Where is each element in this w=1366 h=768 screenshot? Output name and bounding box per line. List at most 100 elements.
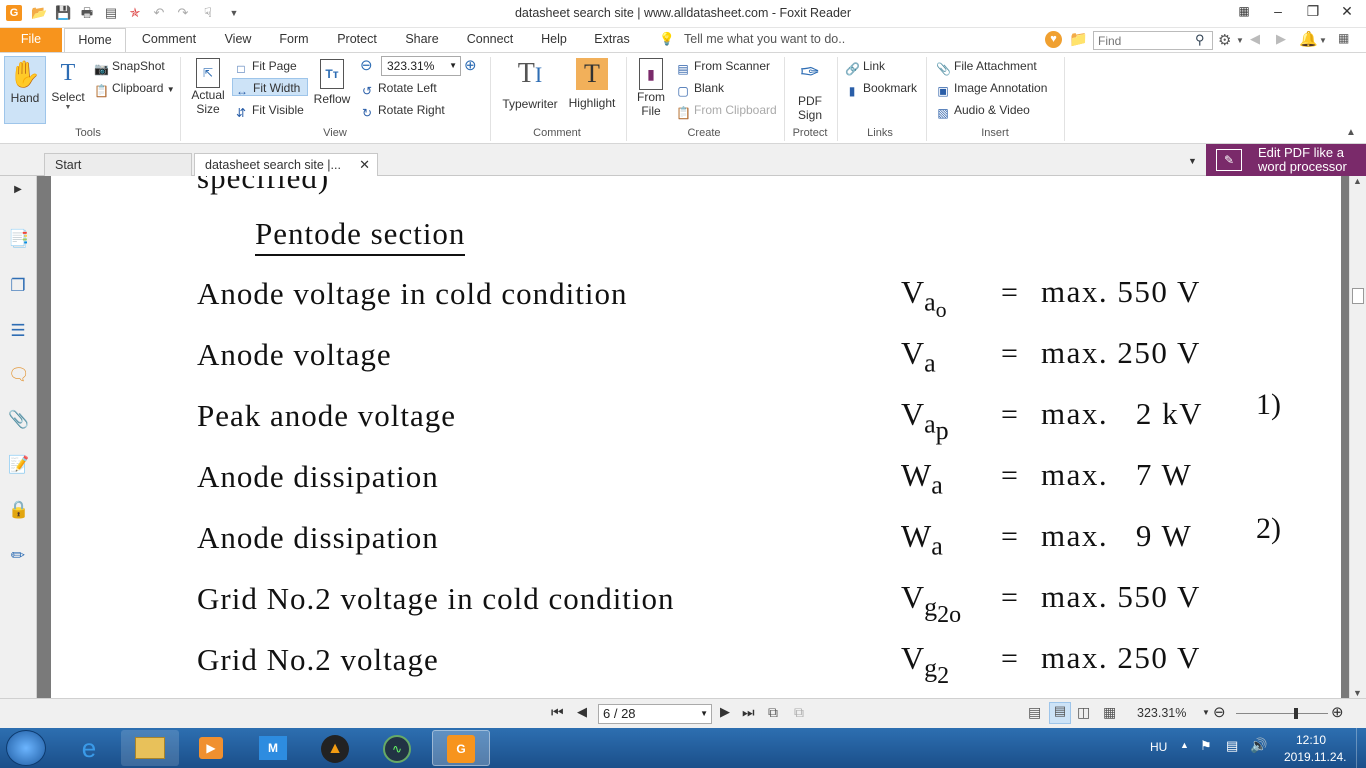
actual-size-button[interactable]: ⇱ Actual Size bbox=[186, 56, 230, 124]
single-page-icon[interactable]: ▤ bbox=[1028, 704, 1041, 721]
foxit-reader-taskbar-icon[interactable]: G bbox=[432, 730, 490, 766]
previous-icon[interactable]: ◀ bbox=[1250, 31, 1260, 47]
bookmark-button[interactable]: ▮ Bookmark bbox=[845, 79, 917, 98]
file-explorer-icon[interactable] bbox=[121, 730, 179, 766]
network-icon[interactable]: ▤ bbox=[1226, 738, 1238, 754]
blank-button[interactable]: ▢ Blank bbox=[676, 79, 724, 98]
collapse-ribbon-icon[interactable]: ▲ bbox=[1346, 127, 1356, 138]
tab-view[interactable]: View bbox=[214, 28, 262, 52]
bookmarks-icon[interactable]: 📑 bbox=[8, 229, 29, 249]
tab-connect[interactable]: Connect bbox=[458, 28, 522, 52]
zoom-percentage[interactable]: 323.31% bbox=[1137, 706, 1186, 720]
from-clipboard-button[interactable]: 📋 From Clipboard bbox=[676, 101, 777, 120]
zoom-out-icon[interactable]: ⊖ bbox=[1213, 703, 1226, 721]
expand-panel-icon[interactable]: ▶ bbox=[8, 180, 28, 200]
internet-explorer-icon[interactable]: e bbox=[60, 730, 118, 766]
tab-share[interactable]: Share bbox=[397, 28, 447, 52]
security-lock-icon[interactable]: 🔒 bbox=[8, 500, 29, 520]
select-button[interactable]: T Select ▼ bbox=[48, 56, 88, 124]
reflow-button[interactable]: Tт Reflow bbox=[312, 56, 352, 124]
tab-comment[interactable]: Comment bbox=[134, 28, 204, 52]
collapse-ribbon-icon[interactable]: ▦ bbox=[1338, 31, 1349, 45]
tab-extras[interactable]: Extras bbox=[586, 28, 638, 52]
audio-video-button[interactable]: ▧ Audio & Video bbox=[936, 101, 1030, 120]
snapshot-button[interactable]: 📷 SnapShot bbox=[94, 57, 165, 76]
signatures-icon[interactable]: 📝 bbox=[8, 455, 29, 475]
tab-file[interactable]: File bbox=[0, 28, 62, 52]
tab-protect[interactable]: Protect bbox=[328, 28, 386, 52]
previous-page-icon[interactable]: ◀ bbox=[577, 704, 587, 720]
attachments-icon[interactable]: 📎 bbox=[8, 410, 29, 430]
notification-bell-icon[interactable]: 🔔 bbox=[1299, 30, 1318, 48]
layers-icon[interactable]: ☰ bbox=[8, 321, 28, 341]
pages-icon[interactable]: ❐ bbox=[8, 276, 28, 296]
tab-form[interactable]: Form bbox=[270, 28, 318, 52]
settings-icon[interactable]: ⚙ bbox=[1218, 31, 1231, 49]
last-page-icon[interactable]: ⏭ bbox=[742, 704, 755, 721]
next-icon[interactable]: ▶ bbox=[1276, 31, 1286, 47]
chevron-down-icon[interactable]: ▼ bbox=[1319, 36, 1327, 45]
clock-time[interactable]: 12:10 bbox=[1296, 733, 1326, 747]
certificate-icon[interactable]: ✏ bbox=[8, 546, 28, 566]
highlight-button[interactable]: T Highlight bbox=[566, 56, 618, 124]
typewriter-button[interactable]: TI Typewriter bbox=[498, 56, 562, 124]
continuous-page-icon[interactable]: ▤ bbox=[1049, 702, 1071, 724]
language-indicator[interactable]: HU bbox=[1150, 740, 1167, 754]
clock-date[interactable]: 2019.11.24. bbox=[1284, 750, 1347, 764]
tab-start[interactable]: Start bbox=[44, 153, 192, 176]
remote-desktop-icon[interactable]: M bbox=[244, 730, 302, 766]
first-page-icon[interactable]: ⏮ bbox=[551, 704, 564, 721]
zoom-in-icon[interactable]: ⊕ bbox=[464, 56, 477, 74]
vertical-scrollbar[interactable]: ▲ ▼ bbox=[1349, 176, 1366, 698]
show-desktop-button[interactable] bbox=[1356, 728, 1366, 768]
chevron-down-icon[interactable]: ▼ bbox=[1236, 36, 1244, 45]
action-center-flag-icon[interactable]: ⚑ bbox=[1200, 738, 1212, 754]
ribbon-display-icon[interactable]: ▦ bbox=[1227, 0, 1261, 24]
zoom-out-icon[interactable]: ⊖ bbox=[360, 56, 373, 74]
comments-icon[interactable]: 🗨 bbox=[8, 365, 30, 385]
document-view[interactable]: specified) Pentode section Anode voltage… bbox=[37, 176, 1349, 698]
zoom-slider-thumb[interactable] bbox=[1294, 708, 1298, 719]
close-tab-icon[interactable]: ✕ bbox=[359, 154, 370, 176]
fit-visible-button[interactable]: ⇵ Fit Visible bbox=[234, 101, 304, 120]
volume-icon[interactable]: 🔊 bbox=[1250, 737, 1267, 754]
pdf-sign-button[interactable]: ✑ PDF Sign bbox=[790, 56, 830, 124]
edit-pdf-promo-banner[interactable]: ✎ Edit PDF like a word processor bbox=[1206, 144, 1366, 176]
from-scanner-button[interactable]: ▤ From Scanner bbox=[676, 57, 770, 76]
rotate-left-button[interactable]: ↺ Rotate Left bbox=[360, 79, 437, 98]
media-player-icon[interactable]: ▶ bbox=[182, 730, 240, 766]
tab-list-dropdown-icon[interactable]: ▼ bbox=[1188, 156, 1197, 166]
fit-width-button[interactable]: ↔ Fit Width bbox=[232, 78, 308, 98]
heart-icon[interactable]: ♥ bbox=[1045, 31, 1062, 48]
tab-home[interactable]: Home bbox=[64, 28, 126, 53]
scroll-up-icon[interactable]: ▲ bbox=[1353, 176, 1362, 186]
facing-page-icon[interactable]: ◫ bbox=[1077, 704, 1090, 721]
continuous-facing-icon[interactable]: ▦ bbox=[1103, 704, 1116, 721]
copy-page-icon[interactable]: ⧉ bbox=[768, 704, 778, 721]
file-attachment-button[interactable]: 📎 File Attachment bbox=[936, 57, 1037, 76]
maximize-button[interactable]: ❐ bbox=[1296, 0, 1330, 24]
show-hidden-icons-icon[interactable]: ▲ bbox=[1180, 740, 1189, 750]
monitor-app-icon[interactable]: ∿ bbox=[368, 730, 426, 766]
next-page-icon[interactable]: ▶ bbox=[720, 704, 730, 720]
folder-search-icon[interactable]: 📁 bbox=[1069, 30, 1088, 48]
image-annotation-button[interactable]: ▣ Image Annotation bbox=[936, 79, 1047, 98]
tell-me-input[interactable]: Tell me what you want to do.. bbox=[684, 28, 864, 52]
page-number-input[interactable]: 6 / 28 ▼ bbox=[598, 704, 712, 724]
scroll-thumb[interactable] bbox=[1352, 288, 1364, 304]
zoom-slider[interactable] bbox=[1236, 708, 1328, 719]
from-file-button[interactable]: ▮ From File bbox=[632, 56, 670, 124]
hand-button[interactable]: ✋ Hand bbox=[4, 56, 46, 124]
search-icon[interactable]: ⚲ bbox=[1195, 32, 1205, 48]
rotate-right-button[interactable]: ↻ Rotate Right bbox=[360, 101, 445, 120]
fit-page-button[interactable]: □ Fit Page bbox=[234, 57, 296, 76]
start-button[interactable] bbox=[6, 730, 46, 766]
minimize-button[interactable]: – bbox=[1261, 0, 1295, 24]
tab-current-document[interactable]: datasheet search site |... ✕ bbox=[194, 153, 378, 176]
link-button[interactable]: 🔗 Link bbox=[845, 57, 885, 76]
close-button[interactable]: ✕ bbox=[1330, 0, 1364, 24]
tab-help[interactable]: Help bbox=[532, 28, 576, 52]
scroll-down-icon[interactable]: ▼ bbox=[1353, 688, 1362, 698]
chevron-down-icon[interactable]: ▼ bbox=[1202, 708, 1210, 717]
zoom-select[interactable]: 323.31% ▼ bbox=[381, 56, 461, 76]
